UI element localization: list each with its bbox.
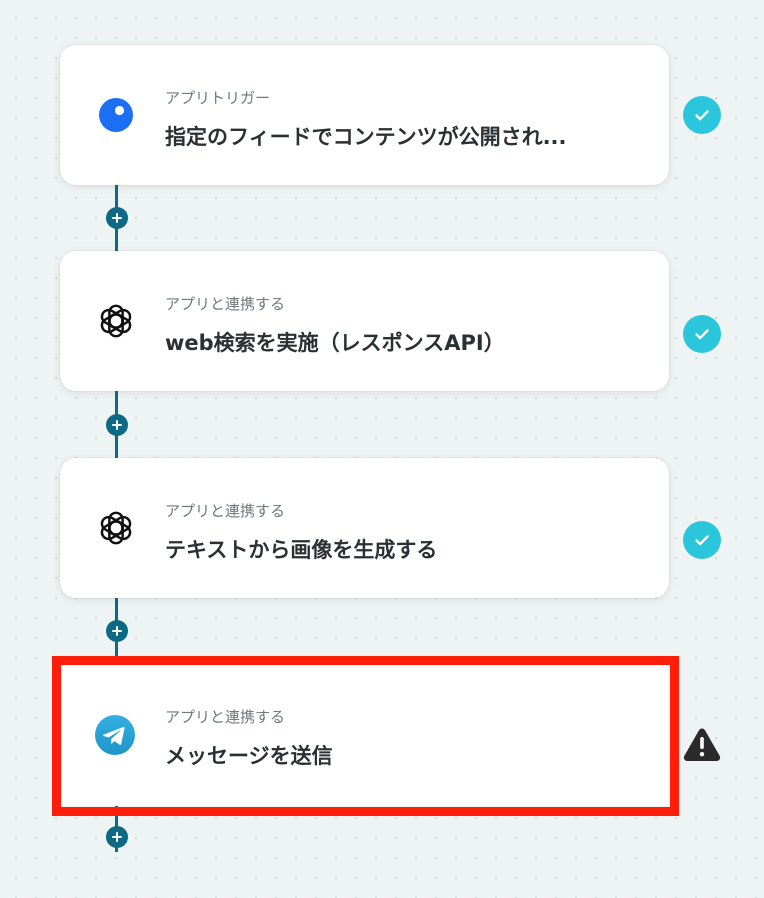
- openai-icon: [96, 301, 136, 341]
- step-title: メッセージを送信: [165, 744, 333, 768]
- step-type-label: アプリと連携する: [165, 295, 286, 313]
- step-type-label: アプリトリガー: [165, 89, 271, 107]
- step-title: 指定のフィードでコンテンツが公開され...: [165, 125, 567, 149]
- add-step-button[interactable]: [106, 414, 128, 436]
- step-status-completed: [682, 314, 722, 354]
- step-status-completed: [682, 95, 722, 135]
- warning-icon: [683, 728, 721, 761]
- plus-icon: [112, 832, 122, 842]
- checkmark-icon: [683, 521, 721, 559]
- openai-icon: [96, 508, 136, 548]
- step-type-label: アプリと連携する: [165, 502, 286, 520]
- flow-step-card[interactable]: アプリトリガー 指定のフィードでコンテンツが公開され...: [60, 45, 669, 185]
- step-status-warning: [682, 724, 722, 764]
- step-status-completed: [682, 520, 722, 560]
- add-step-button[interactable]: [106, 620, 128, 642]
- flow-step-card-selected[interactable]: アプリと連携する メッセージを送信: [61, 665, 668, 806]
- step-title: web検索を実施（レスポンスAPI）: [165, 331, 505, 355]
- telegram-icon: [95, 715, 135, 755]
- add-step-button[interactable]: [106, 207, 128, 229]
- checkmark-icon: [683, 315, 721, 353]
- flow-step-card[interactable]: アプリと連携する テキストから画像を生成する: [60, 458, 669, 598]
- checkmark-icon: [683, 96, 721, 134]
- flow-step-card[interactable]: アプリと連携する web検索を実施（レスポンスAPI）: [60, 251, 669, 391]
- plus-icon: [112, 420, 122, 430]
- rss-feed-icon: [96, 95, 136, 135]
- plus-icon: [112, 626, 122, 636]
- step-type-label: アプリと連携する: [165, 708, 286, 726]
- step-title: テキストから画像を生成する: [165, 538, 438, 562]
- plus-icon: [112, 213, 122, 223]
- add-step-button[interactable]: [106, 826, 128, 848]
